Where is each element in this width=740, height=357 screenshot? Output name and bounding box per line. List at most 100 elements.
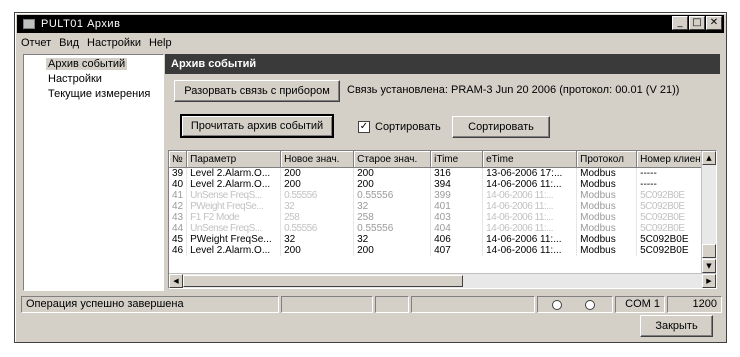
table-cell: 32 xyxy=(353,201,432,212)
table-cell: UnSense FreqS... xyxy=(186,223,282,234)
disconnect-button[interactable]: Разорвать связь с прибором xyxy=(174,80,340,102)
table-row[interactable]: 40 Level 2.Alarm.O... 200 200 394 14-06-2006 … xyxy=(169,179,715,190)
table-cell: F1 F2 Mode xyxy=(186,212,282,223)
table-cell: 404 xyxy=(430,223,484,234)
horizontal-scroll-thumb[interactable] xyxy=(183,275,463,287)
sort-button[interactable]: Сортировать xyxy=(452,116,550,138)
nav-item-event-archive[interactable]: Архив событий xyxy=(46,58,128,70)
table-cell: 200 xyxy=(280,167,355,179)
title-bar[interactable]: PULT01 Архив _ □ ✕ xyxy=(17,15,724,33)
table-cell: 401 xyxy=(430,201,484,212)
minimize-button[interactable]: _ xyxy=(672,16,688,30)
table-row[interactable]: 39 Level 2.Alarm.O... 200 200 316 13-06-2006 … xyxy=(169,167,715,179)
table-cell: Level 2.Alarm.O... xyxy=(186,245,282,256)
menu-settings[interactable]: Настройки xyxy=(83,37,145,49)
table-cell: Modbus xyxy=(576,234,638,245)
nav-item-current-measurements[interactable]: Текущие измерения xyxy=(46,88,152,100)
status-bar: Операция успешно завершена COM 1 1200 xyxy=(17,296,724,313)
column-header[interactable]: Параметр xyxy=(186,151,282,168)
scroll-up-icon[interactable]: ▲ xyxy=(702,151,716,165)
horizontal-scrollbar[interactable]: ◀ ▶ xyxy=(169,273,716,288)
scroll-right-icon[interactable]: ▶ xyxy=(702,274,716,288)
table-cell: 200 xyxy=(280,179,355,190)
table-cell: 316 xyxy=(430,167,484,179)
table-cell: 14-06-2006 11:... xyxy=(482,223,578,234)
table-cell: 44 xyxy=(169,223,188,234)
table-cell: 32 xyxy=(280,234,355,245)
column-header[interactable]: Протокол xyxy=(576,151,638,168)
table-cell: 14-06-2006 11:... xyxy=(482,212,578,223)
table-cell: 14-06-2006 11:... xyxy=(482,201,578,212)
sort-checkbox[interactable]: ✓ Сортировать xyxy=(358,121,441,133)
table-cell: Level 2.Alarm.O... xyxy=(186,179,282,190)
table-cell: Modbus xyxy=(576,190,638,201)
menu-help[interactable]: Help xyxy=(145,37,176,49)
table-cell: 45 xyxy=(169,234,188,245)
window-title: PULT01 Архив xyxy=(41,18,121,30)
maximize-button[interactable]: □ xyxy=(689,16,705,30)
menu-view[interactable]: Вид xyxy=(55,37,83,49)
table-cell: 0.55556 xyxy=(353,190,432,201)
table-cell: 41 xyxy=(169,190,188,201)
table-cell: 407 xyxy=(430,245,484,256)
close-button[interactable]: Закрыть xyxy=(640,315,713,337)
table-cell: 258 xyxy=(280,212,355,223)
column-header[interactable]: iTime xyxy=(430,151,484,168)
table-cell: 39 xyxy=(169,167,188,179)
table-cell: 14-06-2006 11:... xyxy=(482,190,578,201)
status-panel-empty-2 xyxy=(375,296,409,313)
table-row[interactable]: 46 Level 2.Alarm.O... 200 200 407 14-06-2006 … xyxy=(169,245,715,256)
app-icon xyxy=(23,19,35,29)
rx-indicator-icon xyxy=(585,300,595,310)
table-cell: 46 xyxy=(169,245,188,256)
vertical-scrollbar[interactable]: ▲ ▼ xyxy=(701,151,716,273)
table-cell: UnSense FreqS... xyxy=(186,190,282,201)
table-cell: Modbus xyxy=(576,179,638,190)
scroll-left-icon[interactable]: ◀ xyxy=(169,274,183,288)
nav-item-settings[interactable]: Настройки xyxy=(46,73,104,85)
read-archive-button[interactable]: Прочитать архив событий xyxy=(180,114,334,138)
table-cell: PWeight FreqSe... xyxy=(186,234,282,245)
menu-bar: Отчет Вид Настройки Help xyxy=(17,35,724,51)
table-header: № Параметр Новое знач. Старое знач. iTime eTi… xyxy=(169,151,715,168)
table-cell: 394 xyxy=(430,179,484,190)
com-port: COM 1 xyxy=(615,296,665,313)
tx-indicator-icon xyxy=(552,300,562,310)
status-panel-empty-1 xyxy=(281,296,373,313)
table-cell: PWeight FreqSe... xyxy=(186,201,282,212)
table-cell: Modbus xyxy=(576,212,638,223)
table-row[interactable]: 44 UnSense FreqS... 0.55556 0.55556 404 14-06… xyxy=(169,223,715,234)
table-row[interactable]: 41 UnSense FreqS... 0.55556 0.55556 399 14-06… xyxy=(169,190,715,201)
table-cell: Modbus xyxy=(576,201,638,212)
menu-report[interactable]: Отчет xyxy=(17,37,55,49)
sort-checkbox-label: Сортировать xyxy=(375,121,441,133)
table-cell: 14-06-2006 11:... xyxy=(482,245,578,256)
table-cell: 43 xyxy=(169,212,188,223)
app-window: PULT01 Архив _ □ ✕ Отчет Вид Настройки H… xyxy=(14,12,727,343)
baud-rate: 1200 xyxy=(667,296,722,313)
table-cell: 258 xyxy=(353,212,432,223)
table-cell: Modbus xyxy=(576,167,638,179)
table-row[interactable]: 45 PWeight FreqSe... 32 32 406 14-06-2006 11:… xyxy=(169,234,715,245)
column-header[interactable]: № xyxy=(169,151,188,168)
close-window-button[interactable]: ✕ xyxy=(706,16,722,30)
scroll-thumb[interactable] xyxy=(702,244,716,258)
status-panel-empty-3 xyxy=(411,296,535,313)
table-cell: 403 xyxy=(430,212,484,223)
table-row[interactable]: 43 F1 F2 Mode 258 258 403 14-06-2006 11:... Mo… xyxy=(169,212,715,223)
table-cell: 14-06-2006 11:... xyxy=(482,234,578,245)
panel-title: Архив событий xyxy=(165,54,720,74)
column-header[interactable]: eTime xyxy=(482,151,578,168)
status-indicators xyxy=(537,296,613,313)
scroll-down-icon[interactable]: ▼ xyxy=(702,259,716,273)
column-header[interactable]: Старое знач. xyxy=(353,151,432,168)
table-row[interactable]: 42 PWeight FreqSe... 32 32 401 14-06-2006 11:… xyxy=(169,201,715,212)
status-message: Операция успешно завершена xyxy=(21,296,279,313)
table-cell: 13-06-2006 17:... xyxy=(482,167,578,179)
table-cell: 32 xyxy=(280,201,355,212)
table-cell: 0.55556 xyxy=(280,190,355,201)
table-cell: 14-06-2006 11:... xyxy=(482,179,578,190)
table-cell: Modbus xyxy=(576,245,638,256)
column-header[interactable]: Новое знач. xyxy=(280,151,355,168)
events-table[interactable]: № Параметр Новое знач. Старое знач. iTime eTi… xyxy=(168,150,717,289)
